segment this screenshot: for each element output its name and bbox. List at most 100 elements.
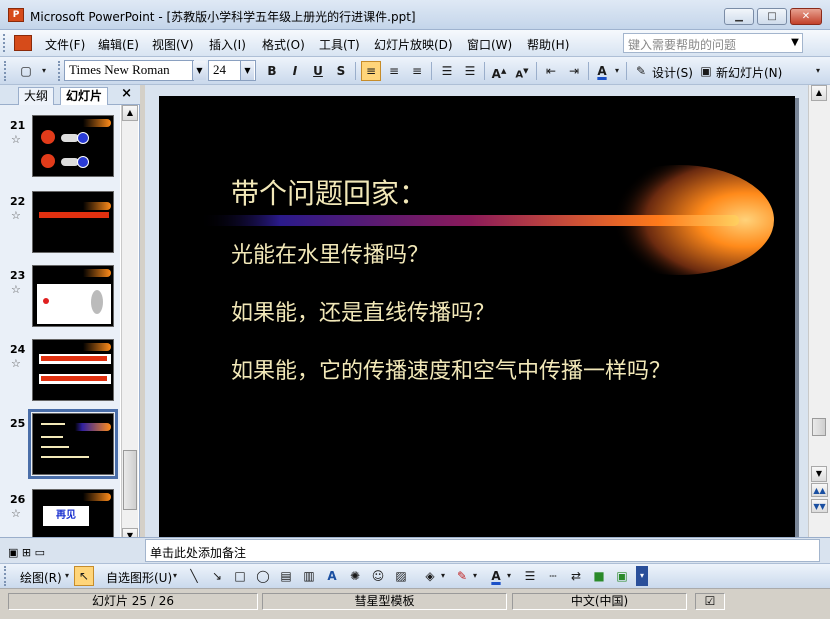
toolbar-grip[interactable] [4,61,7,81]
align-left-icon[interactable]: ≡ [361,61,381,81]
bullet-list-icon[interactable]: ☰ [460,61,480,81]
menu-insert[interactable]: 插入(I) [209,36,246,53]
menu-file[interactable]: 文件(F) [45,36,85,53]
slide-thumbnail[interactable] [32,191,114,253]
normal-view-icon[interactable]: ▣ [8,546,18,559]
menu-tools[interactable]: 工具(T) [319,36,360,53]
font-color-icon[interactable]: A [592,61,612,81]
autoshapes-dropdown-icon[interactable]: ▾ [170,566,180,586]
notes-input[interactable]: 单击此处添加备注 [145,539,820,562]
line-icon[interactable]: ╲ [184,566,204,586]
line-color-icon[interactable]: ✎ [452,566,472,586]
font-name-select[interactable]: Times New Roman [64,60,194,81]
arrow-style-icon[interactable]: ⇄ [566,566,586,586]
toolbar-overflow-icon[interactable]: ▾ [636,566,648,586]
slide-body-line[interactable]: 如果能，它的传播速度和空气中传播一样吗？ [231,353,671,385]
shadow-style-icon[interactable]: ■ [589,566,609,586]
fill-color-dropdown-icon[interactable]: ▾ [438,566,448,586]
font-color-icon[interactable]: A [486,566,506,586]
menu-window[interactable]: 窗口(W) [467,36,512,53]
scroll-down-icon[interactable]: ▼ [811,466,827,482]
slide-body-line[interactable]: 光能在水里传播吗？ [231,237,429,269]
slide-canvas[interactable]: 带个问题回家： 光能在水里传播吗？ 如果能，还是直线传播吗？ 如果能，它的传播速… [159,96,795,537]
menu-slideshow[interactable]: 幻灯片放映(D) [374,36,453,53]
increase-font-icon[interactable]: A▲ [489,61,509,81]
menu-help[interactable]: 帮助(H) [527,36,569,53]
new-document-icon[interactable]: ▢ [16,61,36,81]
shadow-button[interactable]: S [331,61,351,81]
tab-outline[interactable]: 大纲 [18,87,55,105]
slide-thumbnail-selected[interactable] [28,409,118,479]
toolbar-grip[interactable] [4,566,7,586]
line-style-icon[interactable]: ☰ [520,566,540,586]
diagram-icon[interactable]: ✺ [345,566,365,586]
menu-view[interactable]: 视图(V) [152,36,194,53]
fill-color-icon[interactable]: ◈ [420,566,440,586]
toolbar-options-icon[interactable]: ▾ [38,61,50,81]
decrease-indent-icon[interactable]: ⇤ [541,61,561,81]
autoshapes-button[interactable]: 自选图形(U) [106,569,172,586]
dash-style-icon[interactable]: ┄ [543,566,563,586]
line-color-dropdown-icon[interactable]: ▾ [470,566,480,586]
slideshow-icon[interactable]: ▭ [35,546,45,559]
toolbar-grip-2[interactable] [58,61,61,81]
powerpoint-icon[interactable]: P [8,8,24,22]
draw-menu-button[interactable]: 绘图(R) [20,569,62,586]
increase-indent-icon[interactable]: ⇥ [564,61,584,81]
draw-dropdown-icon[interactable]: ▾ [62,566,72,586]
oval-icon[interactable]: ◯ [253,566,273,586]
minimize-button[interactable]: ▁ [724,8,754,25]
spelling-check-icon[interactable]: ☑ [695,593,725,610]
rectangle-icon[interactable]: □ [230,566,250,586]
pane-scrollbar[interactable]: ▲ ▼ [121,105,138,545]
scroll-up-icon[interactable]: ▲ [122,105,138,121]
new-slide-icon[interactable]: ▣ [697,61,715,81]
scroll-thumb[interactable] [123,450,137,510]
numbered-list-icon[interactable]: ☰ [437,61,457,81]
slide-thumbnail[interactable] [32,265,114,327]
document-icon[interactable] [14,35,32,51]
scroll-thumb[interactable] [812,418,826,436]
template-name: 彗星型模板 [262,593,507,610]
tab-slides[interactable]: 幻灯片 [60,87,109,105]
arrow-icon[interactable]: ↘ [207,566,227,586]
menubar-grip[interactable] [3,34,6,52]
font-color-dropdown-icon[interactable]: ▾ [612,61,622,81]
slide-title[interactable]: 带个问题回家： [231,172,427,212]
italic-button[interactable]: I [285,61,305,81]
toolbar-overflow-icon[interactable]: ▾ [812,61,824,81]
help-search-input[interactable]: 键入需要帮助的问题 [623,33,803,53]
menu-format[interactable]: 格式(O) [262,36,305,53]
clipart-icon[interactable]: ☺ [368,566,388,586]
wordart-icon[interactable]: A [322,566,342,586]
picture-icon[interactable]: ▨ [391,566,411,586]
align-right-icon[interactable]: ≡ [407,61,427,81]
maximize-button[interactable]: □ [757,8,787,25]
slide-scrollbar[interactable]: ▲ ▼ ▲▲ ▼▼ [808,85,830,537]
font-size-dropdown-icon[interactable]: ▼ [240,61,254,80]
slide-body-line[interactable]: 如果能，还是直线传播吗？ [231,295,495,327]
help-dropdown-icon[interactable]: ▼ [788,34,802,52]
select-objects-icon[interactable]: ↖ [74,566,94,586]
font-dropdown-icon[interactable]: ▼ [192,61,206,80]
slide-sorter-icon[interactable]: ⊞ [22,546,31,559]
slide-thumbnail[interactable] [32,339,114,401]
textbox-icon[interactable]: ▤ [276,566,296,586]
vertical-textbox-icon[interactable]: ▥ [299,566,319,586]
3d-style-icon[interactable]: ▣ [612,566,632,586]
design-button[interactable]: 设计(S) [652,64,693,81]
next-slide-icon[interactable]: ▼▼ [811,499,828,513]
design-icon[interactable]: ✎ [632,61,650,81]
decrease-font-icon[interactable]: A▼ [512,61,532,81]
align-center-icon[interactable]: ≡ [384,61,404,81]
close-button[interactable]: ✕ [790,8,822,25]
new-slide-button[interactable]: 新幻灯片(N) [716,64,782,81]
font-color-dropdown-icon[interactable]: ▾ [504,566,514,586]
underline-button[interactable]: U [308,61,328,81]
menu-edit[interactable]: 编辑(E) [98,36,139,53]
bold-button[interactable]: B [262,61,282,81]
pane-close-icon[interactable]: × [121,86,132,101]
previous-slide-icon[interactable]: ▲▲ [811,483,828,497]
slide-thumbnail[interactable] [32,115,114,177]
scroll-up-icon[interactable]: ▲ [811,85,827,101]
